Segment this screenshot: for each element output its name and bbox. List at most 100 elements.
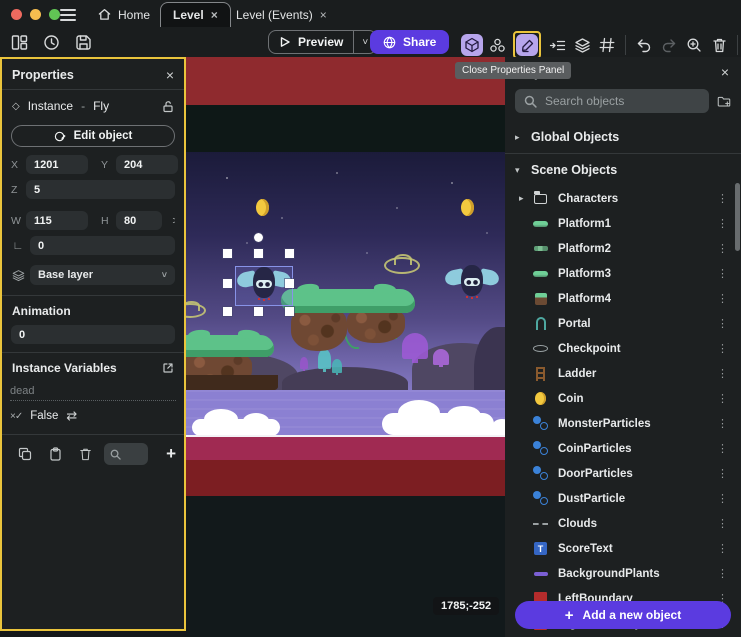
- tab-level[interactable]: Level ×: [160, 2, 231, 27]
- kebab-menu-icon[interactable]: ⋮: [714, 292, 731, 305]
- kebab-menu-icon[interactable]: ⋮: [714, 192, 731, 205]
- paste-icon[interactable]: [40, 447, 70, 461]
- panels-layout-icon[interactable]: [8, 31, 30, 53]
- scene-objects-group[interactable]: ▾ Scene Objects: [505, 154, 741, 186]
- object-item-Characters[interactable]: ▸ Characters ⋮: [505, 186, 741, 211]
- resize-handle[interactable]: [285, 279, 294, 288]
- animation-input[interactable]: [11, 325, 175, 344]
- variable-name[interactable]: dead: [10, 385, 176, 401]
- zoom-in-icon[interactable]: [683, 34, 705, 56]
- preview-button[interactable]: Preview: [269, 35, 353, 49]
- global-objects-group[interactable]: ▸ Global Objects: [505, 121, 741, 153]
- fly-object-selected[interactable]: [236, 267, 292, 303]
- clouds-object[interactable]: [192, 419, 280, 436]
- traffic-light-zoom[interactable]: [49, 9, 60, 20]
- object-item-DustParticle[interactable]: DustParticle ⋮: [505, 486, 741, 511]
- tab-home[interactable]: Home: [86, 2, 162, 27]
- object-groups-icon[interactable]: [486, 34, 508, 56]
- object-item-Platform3[interactable]: Platform3 ⋮: [505, 261, 741, 286]
- kebab-menu-icon[interactable]: ⋮: [714, 367, 731, 380]
- kebab-menu-icon[interactable]: ⋮: [714, 467, 731, 480]
- trash-icon[interactable]: [708, 34, 730, 56]
- properties-panel-toggle-icon[interactable]: [516, 34, 538, 56]
- tab-level-events-close-icon[interactable]: ×: [320, 8, 327, 22]
- width-input[interactable]: [26, 211, 88, 230]
- y-input[interactable]: [116, 155, 178, 174]
- layers-icon[interactable]: [571, 34, 593, 56]
- platform-island-object[interactable]: [281, 289, 415, 355]
- resize-handle[interactable]: [254, 249, 263, 258]
- object-item-Clouds[interactable]: Clouds ⋮: [505, 511, 741, 536]
- open-variables-icon[interactable]: [162, 362, 174, 374]
- variables-search-input[interactable]: [124, 449, 138, 460]
- object-item-MonsterParticles[interactable]: MonsterParticles ⋮: [505, 411, 741, 436]
- x-input[interactable]: [26, 155, 88, 174]
- angle-input[interactable]: [30, 236, 175, 255]
- tab-level-events[interactable]: Level (Events) ×: [224, 2, 339, 27]
- add-variable-button[interactable]: +: [166, 444, 176, 464]
- kebab-menu-icon[interactable]: ⋮: [714, 517, 731, 530]
- variable-value-row[interactable]: ×✓ False ⇄: [10, 408, 176, 424]
- copy-icon[interactable]: [10, 447, 40, 461]
- object-item-DoorParticles[interactable]: DoorParticles ⋮: [505, 461, 741, 486]
- grid-icon[interactable]: [596, 34, 618, 56]
- object-item-BackgroundPlants[interactable]: BackgroundPlants ⋮: [505, 561, 741, 586]
- add-new-object-button[interactable]: + Add a new object: [515, 601, 731, 629]
- variables-search[interactable]: [104, 443, 148, 465]
- object-item-CoinParticles[interactable]: CoinParticles ⋮: [505, 436, 741, 461]
- resize-handle[interactable]: [285, 307, 294, 316]
- traffic-light-close[interactable]: [11, 9, 22, 20]
- history-icon[interactable]: [40, 31, 62, 53]
- kebab-menu-icon[interactable]: ⋮: [714, 492, 731, 505]
- delete-variable-icon[interactable]: [70, 447, 100, 461]
- kebab-menu-icon[interactable]: ⋮: [714, 342, 731, 355]
- resize-handle[interactable]: [223, 279, 232, 288]
- resize-handle[interactable]: [223, 307, 232, 316]
- object-item-Platform2[interactable]: Platform2 ⋮: [505, 236, 741, 261]
- kebab-menu-icon[interactable]: ⋮: [714, 417, 731, 430]
- object-item-Coin[interactable]: Coin ⋮: [505, 386, 741, 411]
- coin-object[interactable]: [256, 199, 269, 216]
- z-input[interactable]: [26, 180, 175, 199]
- kebab-menu-icon[interactable]: ⋮: [714, 442, 731, 455]
- toggle-variable-icon[interactable]: ⇄: [66, 408, 77, 424]
- object-item-Platform4[interactable]: Platform4 ⋮: [505, 286, 741, 311]
- edit-object-button[interactable]: Edit object: [11, 125, 175, 147]
- kebab-menu-icon[interactable]: ⋮: [714, 542, 731, 555]
- object-item-Ladder[interactable]: Ladder ⋮: [505, 361, 741, 386]
- tab-level-close-icon[interactable]: ×: [211, 8, 218, 22]
- resize-handle[interactable]: [223, 249, 232, 258]
- properties-close-icon[interactable]: ×: [166, 67, 174, 83]
- share-button[interactable]: Share: [370, 30, 449, 54]
- objects-scrollbar[interactable]: [735, 183, 740, 251]
- objects-search-input[interactable]: [545, 94, 700, 108]
- fly-object[interactable]: [444, 265, 500, 301]
- redo-icon[interactable]: [658, 34, 680, 56]
- 3d-view-icon[interactable]: [461, 34, 483, 56]
- lock-ratio-icon[interactable]: [170, 214, 175, 227]
- instances-list-icon[interactable]: [546, 34, 568, 56]
- object-item-Portal[interactable]: Portal ⋮: [505, 311, 741, 336]
- object-item-Checkpoint[interactable]: Checkpoint ⋮: [505, 336, 741, 361]
- coin-object[interactable]: [461, 199, 474, 216]
- unlock-icon[interactable]: [162, 100, 174, 113]
- objects-close-icon[interactable]: ×: [721, 64, 729, 80]
- kebab-menu-icon[interactable]: ⋮: [714, 267, 731, 280]
- kebab-menu-icon[interactable]: ⋮: [714, 317, 731, 330]
- kebab-menu-icon[interactable]: ⋮: [714, 217, 731, 230]
- kebab-menu-icon[interactable]: ⋮: [714, 392, 731, 405]
- resize-handle[interactable]: [254, 307, 263, 316]
- checkpoint-outline-object[interactable]: [384, 257, 420, 274]
- scene-canvas[interactable]: 1785;-252: [186, 57, 505, 637]
- undo-icon[interactable]: [633, 34, 655, 56]
- object-item-Platform1[interactable]: Platform1 ⋮: [505, 211, 741, 236]
- add-folder-icon[interactable]: [717, 94, 731, 109]
- layer-select[interactable]: Base layer ˅: [30, 265, 175, 285]
- traffic-light-minimize[interactable]: [30, 9, 41, 20]
- object-item-ScoreText[interactable]: T ScoreText ⋮: [505, 536, 741, 561]
- kebab-menu-icon[interactable]: ⋮: [714, 567, 731, 580]
- menu-icon[interactable]: [60, 6, 76, 20]
- save-icon[interactable]: [72, 31, 94, 53]
- height-input[interactable]: [116, 211, 162, 230]
- resize-handle[interactable]: [285, 249, 294, 258]
